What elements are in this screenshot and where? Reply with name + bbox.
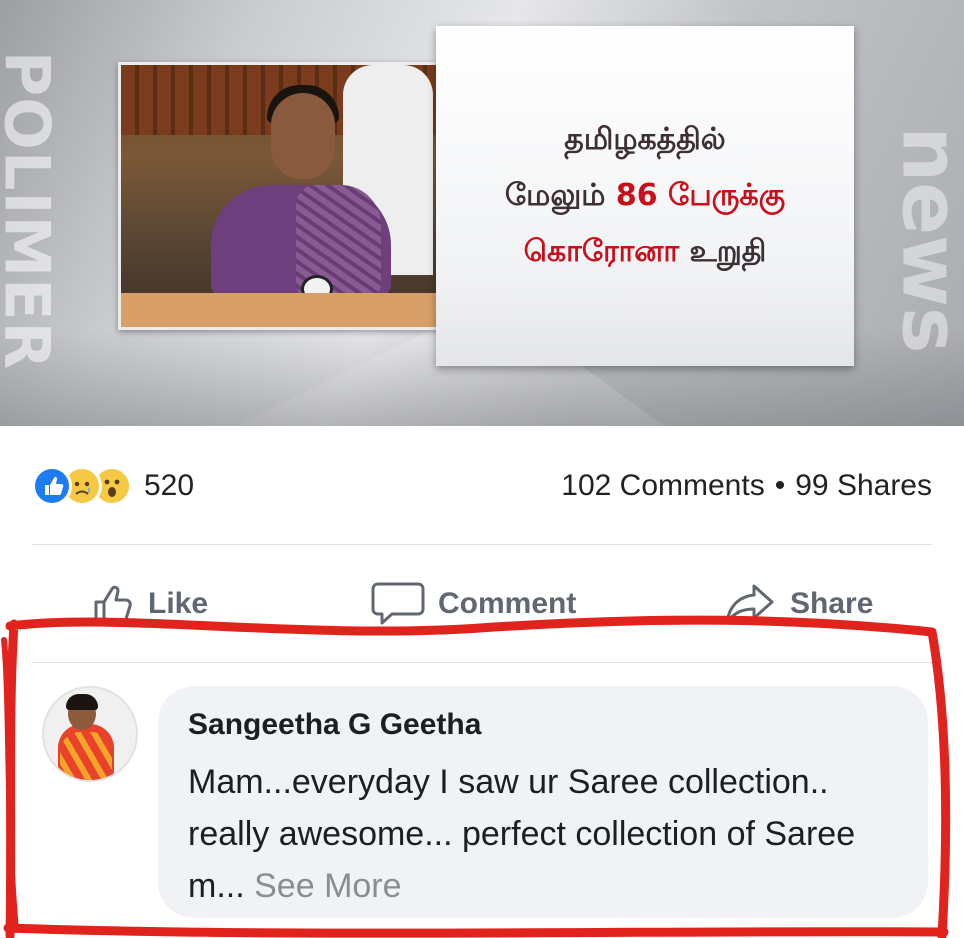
thumbs-up-icon	[94, 585, 132, 624]
headline-card: தமிழகத்தில் மேலும் 86 பேருக்கு கொரோனா உற…	[436, 26, 854, 366]
watermark-brand-text: POLIMER	[0, 50, 64, 370]
news-post-image[interactable]: POLIMER news தமிழகத்தில் மேலும் 86 பேருக…	[0, 0, 964, 426]
comments-count[interactable]: 102 Comments	[561, 469, 764, 502]
divider	[32, 544, 932, 545]
share-button[interactable]: Share	[722, 572, 873, 636]
shares-count[interactable]: 99 Shares	[795, 469, 932, 502]
comment-bubble[interactable]: Sangeetha G Geetha Mam...everyday I saw …	[158, 686, 928, 918]
watermark-brand: POLIMER	[0, 10, 64, 410]
avatar[interactable]	[42, 686, 138, 782]
like-icon	[32, 466, 72, 506]
press-photo	[118, 62, 446, 330]
reaction-count[interactable]: 520	[144, 469, 194, 503]
watermark-news: news	[874, 90, 964, 390]
reactions-bar: 520 102 Comments • 99 Shares	[32, 462, 932, 510]
see-more-link[interactable]: See More	[254, 867, 401, 905]
comment-button[interactable]: Comment	[370, 572, 576, 636]
headline-line-1: தமிழகத்தில்	[564, 122, 726, 157]
divider	[32, 662, 932, 663]
photo-table	[121, 293, 443, 327]
headline-line-2-red: 86 பேருக்கு	[615, 178, 786, 213]
like-label: Like	[148, 587, 209, 620]
headline-line-3: கொரோனா உறுதி	[524, 224, 767, 280]
comment-text: Mam...everyday I saw ur Saree collection…	[188, 756, 908, 912]
photo-head	[271, 93, 335, 179]
avatar-hair	[66, 694, 98, 710]
comment-bubble-icon	[371, 582, 425, 625]
stats-separator: •	[774, 469, 786, 502]
reaction-icons[interactable]	[32, 466, 132, 506]
comment: Sangeetha G Geetha Mam...everyday I saw …	[0, 680, 964, 938]
headline-line-3-dark: உறுதி	[689, 234, 767, 269]
comment-author[interactable]: Sangeetha G Geetha	[188, 708, 898, 742]
press-photo-scene	[121, 65, 443, 327]
action-bar: Like Comment Share	[0, 572, 964, 636]
like-button[interactable]: Like	[92, 572, 208, 636]
share-label: Share	[790, 587, 874, 620]
headline-line-2: மேலும் 86 பேருக்கு	[505, 168, 785, 224]
post-stats: 102 Comments • 99 Shares	[561, 469, 932, 503]
headline-line-3-red: கொரோனா	[523, 234, 680, 269]
avatar-saree	[60, 732, 112, 780]
share-arrow-icon	[725, 584, 774, 624]
watermark-news-text: news	[884, 126, 964, 354]
comment-label: Comment	[438, 587, 577, 620]
headline-line-2-dark: மேலும்	[504, 178, 606, 213]
